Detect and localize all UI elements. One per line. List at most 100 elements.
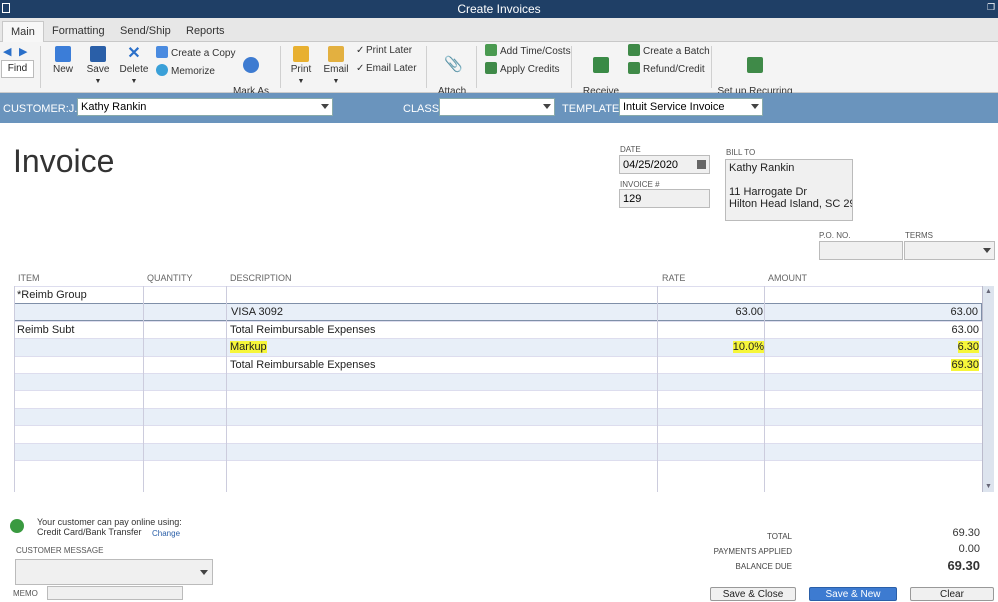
column-header-amount: AMOUNT bbox=[768, 273, 807, 283]
page-title: Invoice bbox=[13, 143, 115, 179]
print-button[interactable]: Print ▼ bbox=[287, 46, 315, 87]
cell-desc[interactable]: Total Reimbursable Expenses bbox=[230, 357, 376, 374]
dropdown-arrow-icon bbox=[200, 570, 208, 575]
terms-label: TERMS bbox=[905, 231, 933, 240]
email-later-checkbox[interactable]: ✓ Email Later bbox=[356, 62, 417, 76]
customer-label: CUSTOMER:J... bbox=[3, 103, 84, 115]
create-copy-button[interactable]: Create a Copy bbox=[156, 46, 235, 60]
table-row[interactable] bbox=[14, 390, 982, 407]
cell-amount[interactable]: 69.30 bbox=[951, 357, 979, 374]
scroll-up-icon[interactable]: ▲ bbox=[985, 288, 992, 295]
apply-credits-button[interactable]: Apply Credits bbox=[485, 62, 559, 76]
po-number-field[interactable] bbox=[819, 241, 903, 260]
copy-icon bbox=[156, 46, 168, 58]
table-row[interactable] bbox=[14, 442, 982, 460]
table-row[interactable]: Reimb Subt Total Reimbursable Expenses 63.… bbox=[14, 320, 982, 339]
tab-main[interactable]: Main bbox=[2, 21, 44, 42]
bill-to-field[interactable]: Kathy Rankin 11 Harrogate Dr Hilton Head… bbox=[725, 159, 853, 221]
customer-message-label: CUSTOMER MESSAGE bbox=[16, 546, 104, 555]
create-batch-button[interactable]: Create a Batch bbox=[628, 44, 710, 58]
highlight-mark: Markup bbox=[230, 341, 267, 354]
invoice-number-label: INVOICE # bbox=[620, 180, 660, 189]
dropdown-arrow-icon bbox=[543, 104, 551, 109]
class-select[interactable] bbox=[439, 98, 555, 116]
cell-item[interactable]: *Reimb Group bbox=[17, 287, 87, 304]
po-label: P.O. NO. bbox=[819, 231, 851, 240]
refund-icon bbox=[628, 62, 640, 74]
date-field[interactable]: 04/25/2020 bbox=[619, 155, 710, 174]
customer-bar: CUSTOMER:J... Kathy Rankin CLASS TEMPLAT… bbox=[0, 93, 998, 123]
save-disk-icon bbox=[90, 46, 106, 62]
tab-send-ship[interactable]: Send/Ship bbox=[112, 21, 179, 42]
invoice-form: Invoice DATE 04/25/2020 INVOICE # 129 BI… bbox=[0, 123, 998, 600]
memorize-button[interactable]: Memorize bbox=[156, 64, 215, 78]
highlight-mark: 10.0% bbox=[732, 341, 764, 354]
email-button[interactable]: Email ▼ bbox=[322, 46, 350, 87]
table-row[interactable] bbox=[14, 460, 982, 477]
cell-amount[interactable]: 6.30 bbox=[957, 339, 979, 356]
table-row[interactable]: VISA 3092 63.00 63.00 bbox=[14, 303, 982, 321]
balance-due-label: BALANCE DUE bbox=[735, 562, 792, 571]
scroll-down-icon[interactable]: ▼ bbox=[985, 483, 992, 490]
credits-icon bbox=[485, 62, 497, 74]
cell-rate[interactable]: 10.0% bbox=[732, 339, 764, 356]
cell-desc[interactable]: VISA 3092 bbox=[231, 304, 283, 321]
terms-select[interactable] bbox=[904, 241, 995, 260]
total-label: TOTAL bbox=[766, 532, 792, 541]
pending-check-icon bbox=[243, 57, 259, 73]
table-row[interactable]: *Reimb Group bbox=[14, 286, 982, 303]
table-row[interactable]: Markup 10.0% 6.30 bbox=[14, 338, 982, 356]
next-arrow-icon[interactable]: ▶ bbox=[19, 45, 27, 58]
class-label: CLASS bbox=[403, 103, 440, 115]
cell-item[interactable]: Reimb Subt bbox=[17, 322, 74, 339]
memo-field[interactable] bbox=[47, 586, 183, 600]
dropdown-arrow-icon bbox=[751, 104, 759, 109]
check-icon: ✓ bbox=[356, 63, 365, 74]
column-header-rate: RATE bbox=[662, 273, 686, 283]
delete-button[interactable]: ✕ Delete ▼ bbox=[119, 46, 149, 87]
refund-credit-button[interactable]: Refund/Credit bbox=[628, 62, 705, 76]
table-row[interactable] bbox=[14, 407, 982, 426]
tab-reports[interactable]: Reports bbox=[178, 21, 233, 42]
bill-to-label: BILL TO bbox=[726, 148, 756, 157]
delete-x-icon: ✕ bbox=[127, 45, 141, 62]
print-later-checkbox[interactable]: ✓ Print Later bbox=[356, 44, 412, 58]
change-link[interactable]: Change bbox=[152, 529, 180, 538]
add-time-costs-button[interactable]: Add Time/Costs bbox=[485, 44, 571, 58]
cell-rate[interactable]: 63.00 bbox=[735, 304, 763, 321]
highlight-mark: 6.30 bbox=[957, 341, 979, 354]
new-button[interactable]: New bbox=[49, 46, 77, 75]
invoice-number-field[interactable]: 129 bbox=[619, 189, 710, 208]
table-scrollbar[interactable]: ▲ ▼ bbox=[982, 286, 994, 492]
restore-icon[interactable]: ❐ bbox=[986, 2, 996, 12]
template-select[interactable]: Intuit Service Invoice bbox=[619, 98, 763, 116]
table-row[interactable]: Total Reimbursable Expenses 69.30 bbox=[14, 355, 982, 374]
payments-applied-label: PAYMENTS APPLIED bbox=[713, 547, 792, 556]
cell-desc[interactable]: Total Reimbursable Expenses bbox=[230, 322, 376, 339]
cell-desc[interactable]: Markup bbox=[230, 339, 267, 356]
calendar-icon[interactable] bbox=[697, 160, 706, 169]
recurring-icon bbox=[747, 57, 763, 73]
find-button[interactable]: Find bbox=[1, 60, 34, 78]
template-label: TEMPLATE bbox=[562, 103, 620, 115]
window-menu-icon[interactable] bbox=[2, 3, 10, 13]
window-titlebar: Create Invoices ❐ bbox=[0, 0, 998, 18]
table-row[interactable] bbox=[14, 425, 982, 442]
customer-select[interactable]: Kathy Rankin bbox=[77, 98, 333, 116]
cell-amount[interactable]: 63.00 bbox=[950, 304, 978, 321]
clear-button[interactable]: Clear bbox=[910, 587, 994, 601]
tab-formatting[interactable]: Formatting bbox=[44, 21, 113, 42]
table-row[interactable] bbox=[14, 373, 982, 391]
memorize-icon bbox=[156, 64, 168, 76]
save-button[interactable]: Save ▼ bbox=[84, 46, 112, 87]
save-new-button[interactable]: Save & New bbox=[809, 587, 897, 601]
prev-arrow-icon[interactable]: ◀ bbox=[3, 45, 11, 58]
save-close-button[interactable]: Save & Close bbox=[710, 587, 796, 601]
email-envelope-icon bbox=[328, 46, 344, 62]
column-header-description: DESCRIPTION bbox=[230, 273, 292, 283]
payments-applied-value: 0.00 bbox=[958, 543, 980, 555]
ribbon-tabs: Main Formatting Send/Ship Reports bbox=[0, 18, 998, 42]
customer-message-select[interactable] bbox=[15, 559, 213, 585]
highlight-mark: 69.30 bbox=[951, 358, 979, 371]
cell-amount[interactable]: 63.00 bbox=[951, 322, 979, 339]
